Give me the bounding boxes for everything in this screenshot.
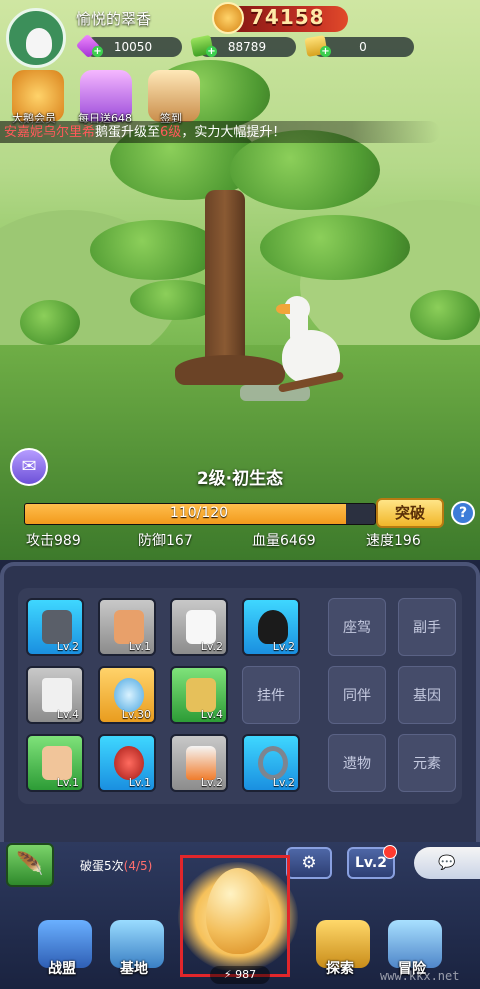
equip-slot-spray-can[interactable]: Lv.2 (170, 734, 228, 792)
egg-highlight-frame (180, 855, 290, 977)
nav-alliance[interactable]: 战盟 (48, 958, 76, 978)
watermark: www.kkx.net (380, 969, 460, 983)
equip-slot-bomb[interactable]: Lv.1 (98, 734, 156, 792)
nav-base[interactable]: 基地 (120, 958, 148, 978)
equip-slot-medal[interactable]: Lv.30 (98, 666, 156, 724)
news-level: 6级 (160, 125, 182, 140)
leg-icon (42, 746, 72, 780)
tree-trunk (205, 190, 245, 380)
stat-hp: 血量6469 (252, 533, 316, 549)
locked-slot-relic[interactable]: 遗物 (328, 734, 386, 792)
help-button[interactable]: ? (451, 501, 475, 525)
locked-slot-element[interactable]: 元素 (398, 734, 456, 792)
equip-slot-tank-top[interactable]: Lv.2 (170, 598, 228, 656)
tank-top-icon (186, 610, 216, 644)
player-name: 愉悦的翠香 (76, 10, 152, 28)
add-cash-icon[interactable]: + (206, 46, 217, 57)
bush (410, 290, 480, 340)
crack-progress: 破蛋5次(4/5) (80, 859, 153, 873)
tree-canopy (260, 215, 410, 280)
locked-slot-offhand[interactable]: 副手 (398, 598, 456, 656)
breakthrough-button[interactable]: 突破 (376, 498, 444, 528)
muscle-arm-icon (114, 610, 144, 644)
goose-beak (276, 304, 290, 314)
equipment-grid (18, 588, 462, 804)
chainsaw-icon (42, 610, 72, 644)
combat-power-value: 74158 (250, 5, 325, 29)
tree-canopy (90, 220, 220, 280)
paper-hat-icon (42, 678, 72, 712)
news-ticker: 安嘉妮乌尔里希鹅蛋升级至6级，实力大幅提升！ (0, 121, 440, 143)
balaclava-icon (258, 610, 288, 644)
equip-slot-chainsaw[interactable]: Lv.2 (26, 598, 84, 656)
equip-slot-balaclava[interactable]: Lv.2 (242, 598, 300, 656)
equip-slot-muscle-arm[interactable]: Lv.1 (98, 598, 156, 656)
equip-slot-snack-bag[interactable]: Lv.4 (170, 666, 228, 724)
snack-bag-icon (186, 678, 216, 712)
medal-icon (114, 678, 144, 712)
chat-button[interactable]: 💬 (414, 847, 480, 879)
locked-slot-gene[interactable]: 基因 (398, 666, 456, 724)
ring-icon (258, 746, 288, 780)
locked-slot-pendant[interactable]: 挂件 (242, 666, 300, 724)
stat-speed: 速度196 (366, 533, 421, 549)
player-avatar[interactable] (6, 8, 66, 68)
bomb-icon (114, 746, 144, 780)
tree-root (175, 355, 285, 385)
nav-explore[interactable]: 探索 (326, 958, 354, 978)
equip-slot-paper-hat[interactable]: Lv.4 (26, 666, 84, 724)
feather-icon[interactable]: 🪶 (6, 843, 54, 887)
xp-text: 110/120 (169, 505, 229, 521)
news-player-name: 安嘉妮乌尔里希 (4, 125, 96, 140)
notification-dot (383, 845, 397, 859)
chat-bubble-icon: 💬 (438, 855, 456, 871)
equip-slot-ring[interactable]: Lv.2 (242, 734, 300, 792)
news-text-end: ，实力大幅提升！ (181, 125, 286, 140)
bush (20, 300, 80, 345)
stage-title: 2级·初生态 (196, 469, 284, 489)
combat-power-icon (212, 2, 244, 34)
add-tickets-icon[interactable]: + (320, 46, 331, 57)
equip-slot-leg[interactable]: Lv.1 (26, 734, 84, 792)
stat-attack: 攻击989 (26, 533, 81, 549)
egg-count: ⚡ 987 (210, 966, 270, 984)
spray-can-icon (186, 746, 216, 780)
add-gems-icon[interactable]: + (92, 46, 103, 57)
gear-icon: ⚙ (301, 853, 317, 873)
goose-avatar-icon (26, 28, 52, 58)
locked-slot-vehicle[interactable]: 座驾 (328, 598, 386, 656)
news-text: 鹅蛋升级至 (95, 125, 161, 140)
settings-button[interactable]: ⚙ (286, 847, 332, 879)
stat-defense: 防御167 (138, 533, 193, 549)
locked-slot-companion[interactable]: 同伴 (328, 666, 386, 724)
